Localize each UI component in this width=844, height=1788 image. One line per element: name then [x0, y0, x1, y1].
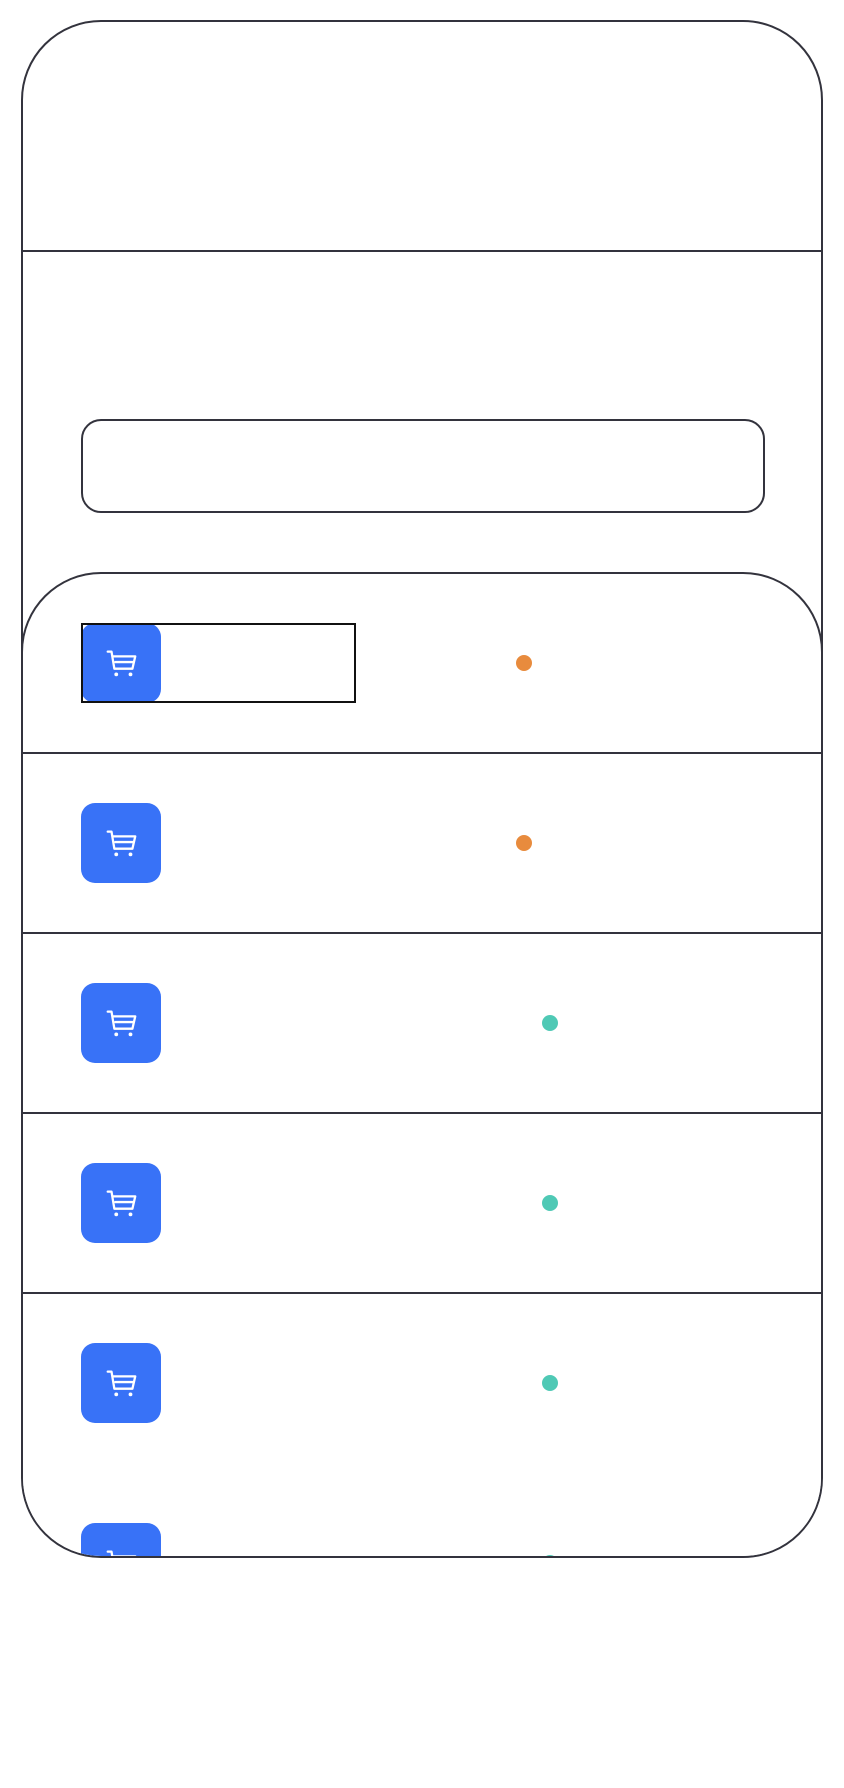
status-dot: [542, 1375, 558, 1391]
app-screen: [21, 20, 823, 1558]
status-dot: [516, 655, 532, 671]
cart-icon: [81, 983, 161, 1063]
status-dot: [516, 835, 532, 851]
search-input[interactable]: [83, 421, 763, 511]
search-field[interactable]: [81, 419, 765, 513]
order-list-sheet: [23, 572, 821, 1556]
cart-icon: [81, 1523, 161, 1556]
list-item[interactable]: [23, 754, 821, 934]
list-item[interactable]: [23, 1474, 821, 1556]
list-item[interactable]: [23, 1294, 821, 1474]
list-item[interactable]: [23, 934, 821, 1114]
cart-icon: [81, 803, 161, 883]
status-dot: [542, 1195, 558, 1211]
header-divider: [23, 250, 821, 252]
list-item[interactable]: [23, 574, 821, 754]
status-dot: [542, 1555, 558, 1556]
cart-icon: [81, 1343, 161, 1423]
status-dot: [542, 1015, 558, 1031]
focus-highlight: [81, 623, 356, 703]
list-item[interactable]: [23, 1114, 821, 1294]
cart-icon: [81, 1163, 161, 1243]
